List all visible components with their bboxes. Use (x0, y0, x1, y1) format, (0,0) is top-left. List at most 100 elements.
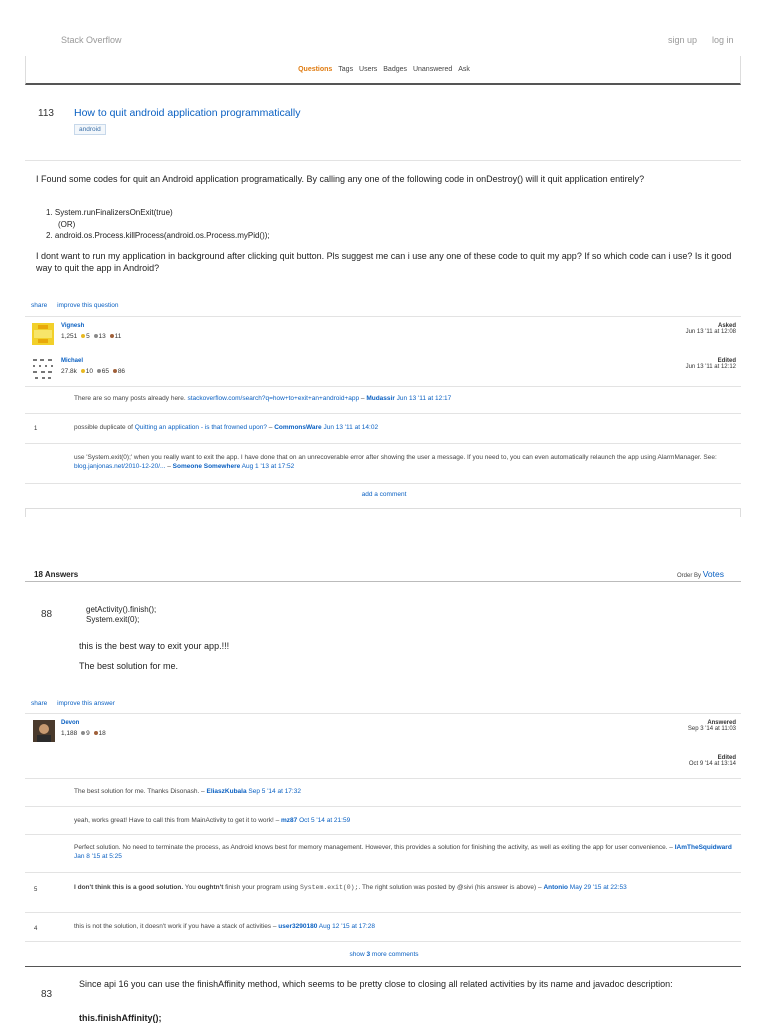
comment: this is not the solution, it doesn't wor… (74, 923, 734, 932)
answers-header (25, 566, 741, 582)
question-list-or: (OR) (58, 220, 76, 229)
silver-badge-icon (96, 369, 101, 374)
answer-vote-count: 83 (41, 989, 53, 1000)
comment: The best solution for me. Thanks Disonas… (74, 788, 734, 797)
nav-ask[interactable]: Ask (458, 66, 470, 73)
comment-text: finish your program using (223, 884, 300, 891)
user-name[interactable]: Vignesh (61, 323, 84, 329)
silver-badge-count: 9 (86, 730, 90, 737)
comment-date[interactable]: Sep 5 '14 at 17:32 (247, 788, 301, 795)
show-more-suffix: more comments (370, 951, 419, 958)
improve-question-link[interactable]: improve this question (57, 302, 118, 309)
nav-badges[interactable]: Badges (383, 66, 407, 73)
comment-date[interactable]: Jun 13 '11 at 12:17 (395, 395, 452, 402)
avatar-vignesh[interactable] (32, 323, 54, 345)
nav-questions[interactable]: Questions (298, 66, 332, 73)
bronze-badge-count: 86 (117, 368, 126, 375)
sign-up-link[interactable]: sign up (668, 35, 697, 45)
nav-unanswered[interactable]: Unanswered (413, 66, 452, 73)
answer-code: getActivity().finish(); System.exit(0); (86, 605, 156, 625)
comment-user[interactable]: Antonio (543, 884, 568, 891)
comment-separator: – (273, 817, 282, 824)
user-reputation: 1,188 9 18 (61, 730, 106, 737)
answer-paragraph: Since api 16 you can use the finishAffin… (79, 979, 673, 989)
improve-answer-link[interactable]: improve this answer (57, 700, 115, 707)
user-name[interactable]: Michael (61, 358, 83, 364)
comment-date[interactable]: Jun 13 '11 at 14:02 (322, 424, 378, 431)
comment-link[interactable]: stackoverflow.com/search?q=how+to+exit+a… (187, 395, 359, 402)
comment-link[interactable]: Quitting an application - is that frowne… (135, 424, 267, 431)
comment-user[interactable]: Someone Somewhere (173, 463, 241, 470)
comment-user[interactable]: Mudassir (366, 395, 395, 402)
comment-date[interactable]: Aug 12 '15 at 17:28 (317, 923, 375, 930)
answer-actions: share improve this answer (31, 700, 123, 707)
bronze-badge-icon (109, 334, 114, 339)
tag-android[interactable]: android (74, 124, 106, 135)
site-name[interactable]: Stack Overflow (61, 35, 122, 45)
comment-text: . The right solution was posted by @sivi… (358, 884, 537, 891)
user-name[interactable]: Devon (61, 720, 79, 726)
divider (25, 912, 741, 913)
bronze-badge-count: 11 (114, 333, 122, 340)
share-link[interactable]: share (31, 302, 47, 309)
order-by-votes[interactable]: Votes (703, 569, 724, 579)
divider (25, 413, 741, 414)
comment-date[interactable]: May 29 '15 at 22:53 (568, 884, 627, 891)
comment: use 'System.exit(0);' when you really wa… (74, 454, 734, 471)
divider (25, 806, 741, 807)
comment: I don't think this is a good solution. Y… (74, 884, 736, 893)
asked-date: Jun 13 '11 at 12:08 (685, 329, 736, 335)
comment-text: possible duplicate of (74, 424, 135, 431)
comment-text: yeah, works great! Have to call this fro… (74, 817, 274, 824)
comment-text: Perfect solution. No need to terminate t… (74, 844, 668, 851)
nav-tags[interactable]: Tags (338, 66, 353, 73)
comment-date[interactable]: Aug 1 '13 at 17:52 (240, 463, 295, 470)
question-title[interactable]: How to quit android application programm… (74, 107, 300, 119)
gold-badge-icon (80, 369, 85, 374)
divider (25, 778, 741, 779)
question-vote-count: 113 (38, 108, 54, 119)
comment-link[interactable]: blog.janjonas.net/2010-12-20/... (74, 463, 165, 470)
add-comment-link[interactable]: add a comment (362, 491, 407, 498)
nav-users[interactable]: Users (359, 66, 377, 73)
comment-user[interactable]: mz87 (281, 817, 297, 824)
comment-user[interactable]: EliaszKubala (206, 788, 246, 795)
comment-separator: – (667, 844, 675, 851)
question-list-item: 1. System.runFinalizersOnExit(true) (46, 208, 173, 217)
main-nav: Questions Tags Users Badges Unanswered A… (0, 66, 768, 73)
user-photo-icon (33, 720, 55, 742)
comment-text: this is not the solution, it doesn't wor… (74, 923, 272, 930)
comment: There are so many posts already here. st… (74, 395, 734, 404)
divider (25, 316, 741, 317)
avatar-devon[interactable] (33, 720, 55, 742)
comment-bold-text: I don't think this is a good solution. (74, 884, 184, 891)
bronze-badge-count: 18 (98, 730, 106, 737)
reputation-score: 1,251 (61, 333, 78, 340)
log-in-link[interactable]: log in (712, 35, 734, 45)
comment-text: The best solution for me. Thanks Disonas… (74, 788, 200, 795)
user-reputation: 1,251 5 13 11 (61, 333, 121, 340)
edited-info: Edited Jun 13 '11 at 12:12 (686, 358, 736, 370)
share-link[interactable]: share (31, 700, 47, 707)
comment: possible duplicate of Quitting an applic… (74, 424, 734, 433)
comment-user[interactable]: IAmTheSquidward (675, 844, 732, 851)
silver-badge-icon (93, 334, 98, 339)
code-line: getActivity().finish(); (86, 605, 157, 614)
comment-date[interactable]: Jan 8 '15 at 5:25 (74, 853, 122, 860)
identicon-icon (34, 325, 52, 343)
avatar-michael[interactable] (32, 358, 54, 380)
answer-paragraph: The best solution for me. (79, 661, 179, 671)
answer-code: this.finishAffinity(); (79, 1013, 162, 1023)
divider (25, 160, 741, 161)
comment-user[interactable]: CommonsWare (274, 424, 321, 431)
identicon-icon (33, 359, 53, 379)
comment-user[interactable]: user3290180 (278, 923, 317, 930)
show-more-prefix: show (349, 951, 367, 958)
show-more-comments-link[interactable]: show 3 more comments (0, 951, 768, 958)
answer-paragraph: this is the best way to exit your app.!!… (79, 641, 230, 651)
question-paragraph: I dont want to run my application in bac… (36, 251, 732, 273)
silver-badge-count: 13 (98, 333, 106, 340)
comment-score: 5 (34, 887, 38, 893)
answer-separator (25, 966, 741, 967)
comment-date[interactable]: Oct 5 '14 at 21:59 (297, 817, 350, 824)
